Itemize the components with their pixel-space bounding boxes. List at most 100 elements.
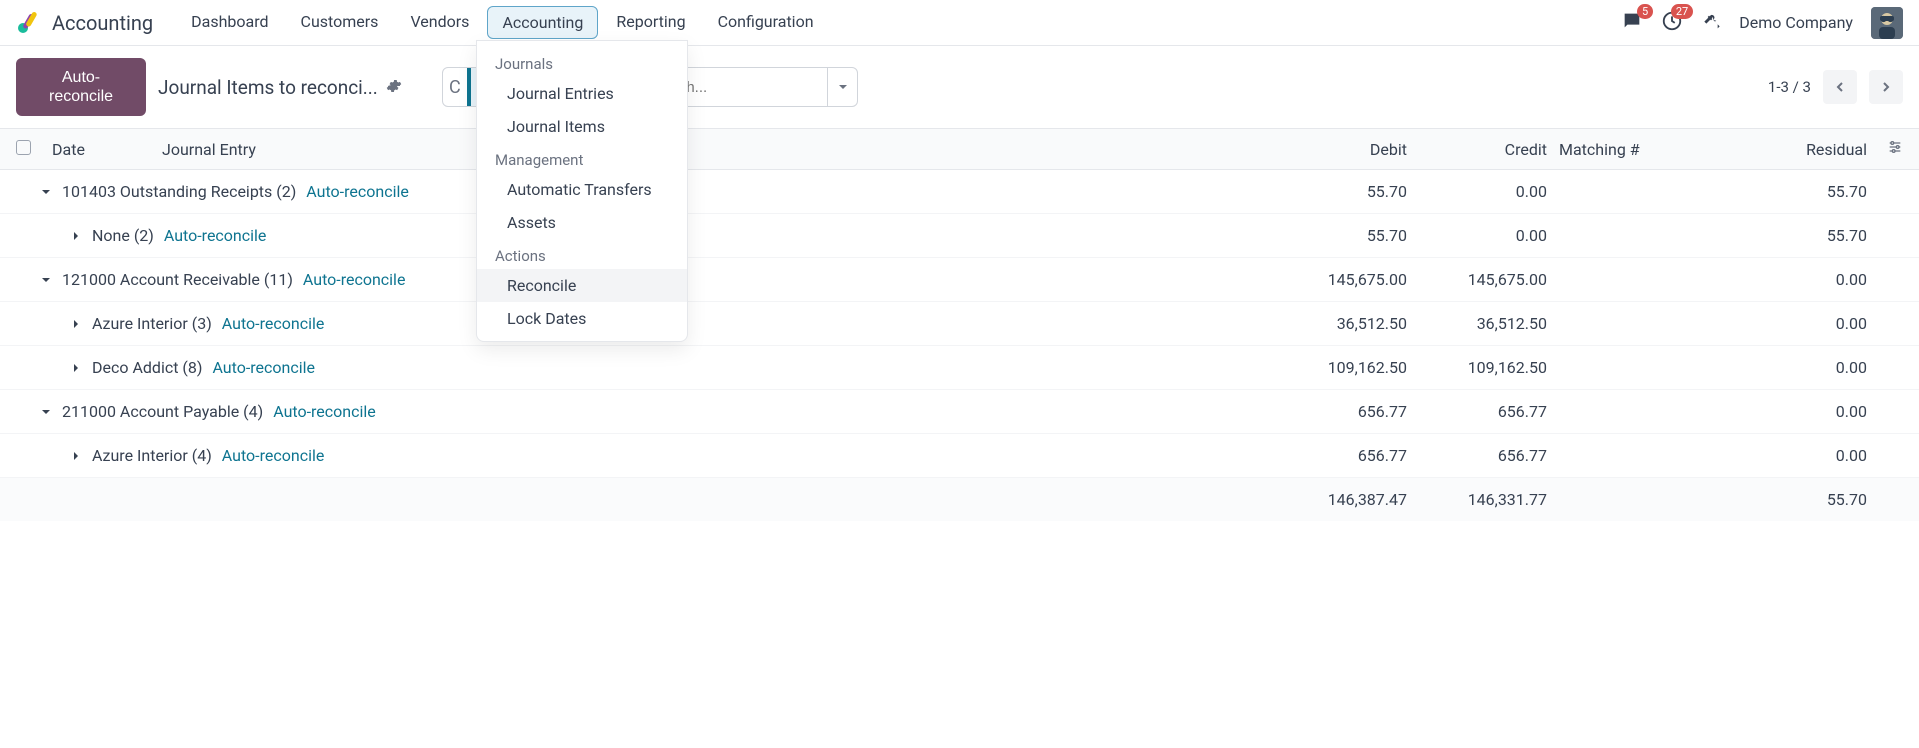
caret-down-icon[interactable] [36,275,56,285]
cell-credit: 0.00 [1407,226,1547,245]
cell-debit: 55.70 [1237,226,1407,245]
cell-debit: 656.77 [1237,446,1407,465]
auto-reconcile-link[interactable]: Auto-reconcile [303,270,406,289]
cell-residual: 0.00 [1667,358,1867,377]
dd-item-reconcile[interactable]: Reconcile [477,269,687,302]
table-row: None (2)Auto-reconcile55.700.0055.70 [0,214,1919,258]
cell-residual: 0.00 [1667,446,1867,465]
footer-credit: 146,331.77 [1407,490,1547,509]
nav-reporting[interactable]: Reporting [602,6,699,39]
row-entry: Azure Interior (4) Auto-reconcile [36,446,1237,465]
caret-down-icon[interactable] [36,187,56,197]
search-dropdown-toggle[interactable] [827,68,857,106]
pager-text[interactable]: 1-3 / 3 [1768,78,1811,96]
row-entry: 211000 Account Payable (4) Auto-reconcile [36,402,1237,421]
accounting-dropdown: Journals Journal Entries Journal Items M… [476,40,688,342]
col-credit[interactable]: Credit [1407,140,1547,159]
gear-icon[interactable] [386,76,402,99]
messages-badge: 5 [1637,4,1653,19]
dd-item-assets[interactable]: Assets [477,206,687,239]
footer-debit: 146,387.47 [1237,490,1407,509]
app-logo-icon [16,11,40,35]
top-nav: Accounting Dashboard Customers Vendors A… [0,0,1919,46]
cell-residual: 55.70 [1667,226,1867,245]
dd-item-journal-entries[interactable]: Journal Entries [477,77,687,110]
cell-residual: 55.70 [1667,182,1867,201]
cell-debit: 109,162.50 [1237,358,1407,377]
caret-down-icon[interactable] [36,407,56,417]
search-left-stub: C [443,77,467,98]
caret-right-icon[interactable] [66,231,86,241]
cell-credit: 36,512.50 [1407,314,1547,333]
page-title-wrap: Journal Items to reconci... [158,76,402,99]
dd-header-management: Management [477,143,687,173]
caret-right-icon[interactable] [66,363,86,373]
group-label: Azure Interior (4) [92,446,212,465]
table-row: Azure Interior (4)Auto-reconcile656.7765… [0,434,1919,478]
dd-item-journal-items[interactable]: Journal Items [477,110,687,143]
nav-dashboard[interactable]: Dashboard [177,6,282,39]
cell-debit: 55.70 [1237,182,1407,201]
table-footer: 146,387.47 146,331.77 55.70 [0,478,1919,521]
col-debit[interactable]: Debit [1237,140,1407,159]
dd-header-journals: Journals [477,47,687,77]
group-label: Azure Interior (3) [92,314,212,333]
cell-credit: 145,675.00 [1407,270,1547,289]
table-header: Date Journal Entry Debit Credit Matching… [0,128,1919,170]
footer-residual: 55.70 [1667,490,1867,509]
table-row: Deco Addict (8) Auto-reconcile 109,162.501… [0,346,1919,390]
auto-reconcile-link[interactable]: Auto-reconcile [306,182,409,201]
cell-credit: 656.77 [1407,402,1547,421]
auto-reconcile-link[interactable]: Auto-reconcile [212,358,315,377]
activities-badge: 27 [1671,4,1693,19]
table-row: 101403 Outstanding Receipts (2) Auto-reco… [0,170,1919,214]
column-options-icon[interactable] [1867,139,1903,159]
col-residual[interactable]: Residual [1667,140,1867,159]
nav-vendors[interactable]: Vendors [396,6,483,39]
col-journal-entry[interactable]: Journal Entry [162,140,1237,159]
col-date[interactable]: Date [52,140,162,159]
group-label: Deco Addict (8) [92,358,202,377]
pager-next-button[interactable] [1869,70,1903,104]
group-label: 211000 Account Payable (4) [62,402,263,421]
top-nav-right: 5 27 Demo Company [1621,7,1903,39]
row-entry: Deco Addict (8) Auto-reconcile [36,358,1237,377]
page-title: Journal Items to reconci... [158,76,378,99]
dd-item-lock-dates[interactable]: Lock Dates [477,302,687,335]
table-row: 211000 Account Payable (4) Auto-reconcile… [0,390,1919,434]
auto-reconcile-link[interactable]: Auto-reconcile [273,402,376,421]
nav-items: Dashboard Customers Vendors Accounting R… [177,6,827,39]
control-bar: Auto-reconcile Journal Items to reconci.… [0,46,1919,128]
cell-credit: 109,162.50 [1407,358,1547,377]
col-matching[interactable]: Matching # [1547,140,1667,159]
nav-accounting[interactable]: Accounting [487,6,598,39]
pager-prev-button[interactable] [1823,70,1857,104]
nav-customers[interactable]: Customers [287,6,393,39]
table-row: 121000 Account Receivable (11) Auto-recon… [0,258,1919,302]
tools-icon[interactable] [1701,11,1721,35]
cell-debit: 36,512.50 [1237,314,1407,333]
nav-configuration[interactable]: Configuration [704,6,828,39]
cell-residual: 0.00 [1667,402,1867,421]
avatar[interactable] [1871,7,1903,39]
dd-item-automatic-transfers[interactable]: Automatic Transfers [477,173,687,206]
journal-items-table: Date Journal Entry Debit Credit Matching… [0,128,1919,521]
cell-credit: 0.00 [1407,182,1547,201]
cell-debit: 145,675.00 [1237,270,1407,289]
messages-icon[interactable]: 5 [1621,10,1643,36]
table-row: Azure Interior (3) Auto-reconcile 36,512.5… [0,302,1919,346]
cell-residual: 0.00 [1667,314,1867,333]
group-label: 101403 Outstanding Receipts (2) [62,182,296,201]
app-name[interactable]: Accounting [52,11,153,35]
auto-reconcile-link[interactable]: Auto-reconcile [222,314,325,333]
caret-right-icon[interactable] [66,319,86,329]
caret-right-icon[interactable] [66,451,86,461]
activities-icon[interactable]: 27 [1661,10,1683,36]
auto-reconcile-link[interactable]: Auto-reconcile [222,446,325,465]
group-label: 121000 Account Receivable (11) [62,270,293,289]
auto-reconcile-button[interactable]: Auto-reconcile [16,58,146,116]
col-checkbox[interactable] [16,140,52,159]
auto-reconcile-link[interactable]: Auto-reconcile [164,226,267,245]
company-name[interactable]: Demo Company [1739,13,1853,32]
cell-residual: 0.00 [1667,270,1867,289]
